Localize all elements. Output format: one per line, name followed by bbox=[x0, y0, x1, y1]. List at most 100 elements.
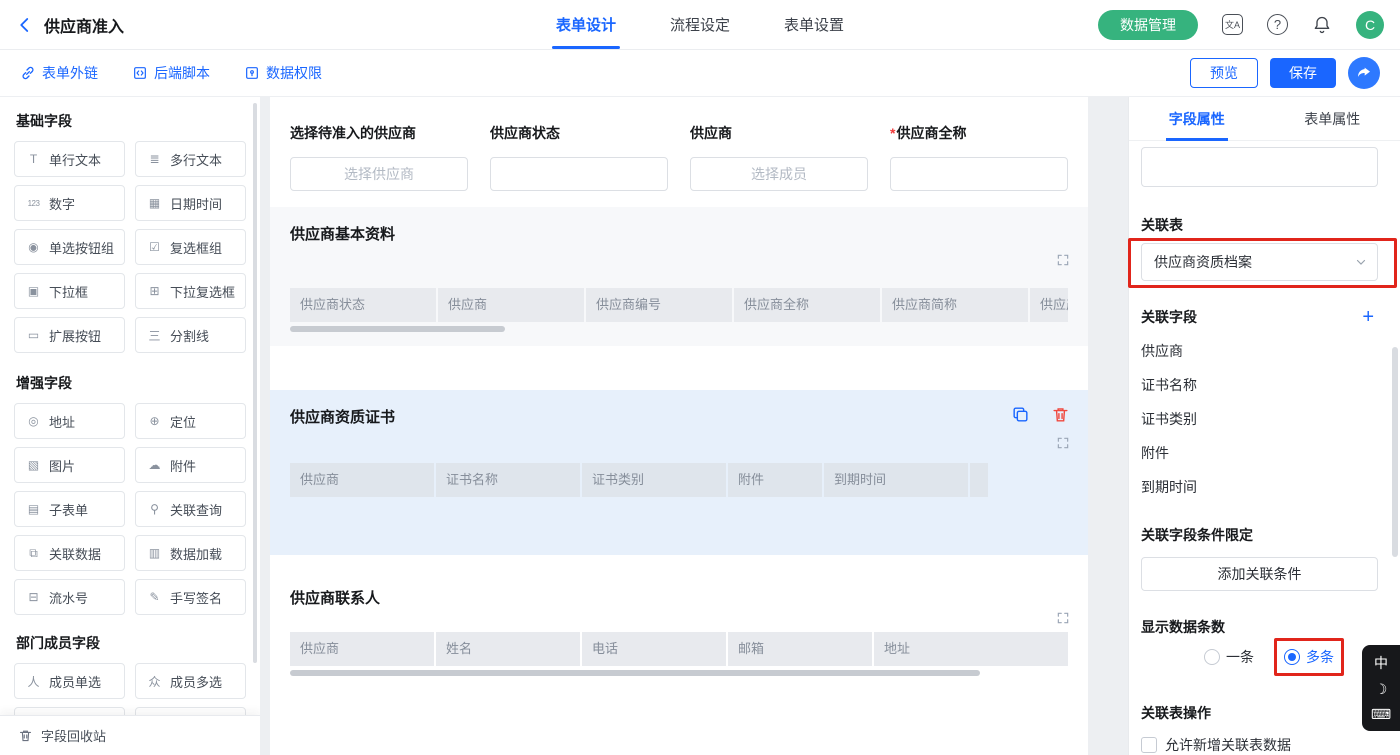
select-supplier-input[interactable] bbox=[290, 157, 468, 191]
field-button-datetime[interactable]: ▦日期时间 bbox=[135, 185, 246, 221]
backend-script-link[interactable]: 后端脚本 bbox=[132, 63, 210, 83]
related-field-item[interactable]: 到期时间 bbox=[1141, 477, 1378, 497]
translate-icon[interactable]: 文A bbox=[1222, 14, 1243, 35]
table-header-cell: 供应商状态 bbox=[290, 288, 436, 322]
field-button-checkbox-group[interactable]: ☑复选框组 bbox=[135, 229, 246, 265]
table-header-cell: 电话 bbox=[582, 632, 726, 666]
field-label: 供应商 bbox=[690, 123, 868, 143]
help-icon[interactable]: ? bbox=[1267, 14, 1288, 35]
field-button-related-query[interactable]: ⚲关联查询 bbox=[135, 491, 246, 527]
expand-icon[interactable] bbox=[1056, 253, 1070, 267]
related-field-item[interactable]: 供应商 bbox=[1141, 341, 1378, 361]
table-header-cell: 供应商 bbox=[290, 632, 434, 666]
field-button-single-line-text[interactable]: T单行文本 bbox=[14, 141, 125, 177]
calendar-icon: ▦ bbox=[146, 196, 163, 210]
radio-multiple-records[interactable]: 多条 bbox=[1284, 647, 1334, 667]
chevron-left-icon bbox=[16, 16, 34, 34]
field-select-pending-supplier[interactable]: 选择待准入的供应商 bbox=[290, 123, 468, 191]
field-button-multi-select[interactable]: ⊞下拉复选框 bbox=[135, 273, 246, 309]
field-button-location[interactable]: ⊕定位 bbox=[135, 403, 246, 439]
share-arrow-icon bbox=[1356, 65, 1372, 81]
table-header-row: 供应商状态 供应商 供应商编号 供应商全称 供应商简称 供应产 bbox=[290, 288, 1068, 322]
field-button-attachment[interactable]: ☁附件 bbox=[135, 447, 246, 483]
textarea-icon: ≣ bbox=[146, 152, 163, 166]
delete-icon[interactable] bbox=[1048, 402, 1072, 426]
supplier-status-input[interactable] bbox=[490, 157, 668, 191]
field-button-label: 下拉框 bbox=[49, 282, 88, 301]
field-button-subform[interactable]: ▤子表单 bbox=[14, 491, 125, 527]
field-supplier-full-name[interactable]: *供应商全称 bbox=[890, 123, 1068, 191]
field-button-label: 分割线 bbox=[170, 326, 209, 345]
field-button-signature[interactable]: ✎手写签名 bbox=[135, 579, 246, 615]
topbar-tabs: 表单设计 流程设定 表单设置 bbox=[556, 0, 844, 49]
form-external-link[interactable]: 表单外链 bbox=[20, 63, 98, 83]
sidebar-scrollbar[interactable] bbox=[253, 103, 257, 663]
moon-icon[interactable]: ☽ bbox=[1375, 681, 1388, 698]
horizontal-scrollbar[interactable] bbox=[290, 670, 980, 676]
text-icon: T bbox=[25, 152, 42, 166]
field-button-related-data[interactable]: ⧉关联数据 bbox=[14, 535, 125, 571]
copy-icon[interactable] bbox=[1008, 402, 1032, 426]
back-button[interactable] bbox=[16, 16, 34, 34]
expand-icon[interactable] bbox=[1056, 436, 1070, 450]
block-supplier-basic-info[interactable]: 供应商基本资料 供应商状态 供应商 供应商编号 供应商全称 供应商简称 供应产 bbox=[270, 207, 1088, 346]
ime-language-toggle[interactable]: 中 bbox=[1374, 653, 1388, 673]
related-field-item[interactable]: 证书类别 bbox=[1141, 409, 1378, 429]
add-condition-button[interactable]: 添加关联条件 bbox=[1141, 557, 1378, 591]
field-button-number[interactable]: 123数字 bbox=[14, 185, 125, 221]
field-supplier[interactable]: 供应商 bbox=[690, 123, 868, 191]
allow-add-related-row[interactable]: 允许新增关联表数据 bbox=[1141, 735, 1378, 755]
expand-icon[interactable] bbox=[1056, 611, 1070, 625]
bell-icon[interactable] bbox=[1312, 15, 1332, 35]
tab-form-settings[interactable]: 表单设置 bbox=[784, 0, 844, 49]
save-button[interactable]: 保存 bbox=[1270, 58, 1336, 88]
related-field-item[interactable]: 证书名称 bbox=[1141, 375, 1378, 395]
field-button-label: 复选框组 bbox=[170, 238, 222, 257]
section-title-enhanced-fields: 增强字段 bbox=[16, 373, 246, 393]
block-supplier-certificates[interactable]: 供应商资质证书 供应商 证书名称 bbox=[270, 390, 1088, 555]
field-button-divider[interactable]: 三分割线 bbox=[135, 317, 246, 353]
related-field-item[interactable]: 附件 bbox=[1141, 443, 1378, 463]
field-button-member-single[interactable]: 人成员单选 bbox=[14, 663, 125, 699]
toolbar-actions: 预览 保存 bbox=[1190, 57, 1380, 89]
field-button-serial-number[interactable]: ⊟流水号 bbox=[14, 579, 125, 615]
field-name-input[interactable] bbox=[1141, 147, 1378, 187]
share-button[interactable] bbox=[1348, 57, 1380, 89]
field-button-label: 单选按钮组 bbox=[49, 238, 114, 257]
field-supplier-status[interactable]: 供应商状态 bbox=[490, 123, 668, 191]
serial-number-icon: ⊟ bbox=[25, 590, 42, 604]
field-button-radio-group[interactable]: ◉单选按钮组 bbox=[14, 229, 125, 265]
field-button-image[interactable]: ▧图片 bbox=[14, 447, 125, 483]
field-button-multi-line-text[interactable]: ≣多行文本 bbox=[135, 141, 246, 177]
table-ops-label: 关联表操作 bbox=[1141, 703, 1378, 723]
add-related-field-icon[interactable]: + bbox=[1358, 307, 1378, 327]
field-button-data-load[interactable]: ▥数据加载 bbox=[135, 535, 246, 571]
panel-scrollbar[interactable] bbox=[1392, 347, 1398, 557]
related-table-dropdown[interactable]: 供应商资质档案 bbox=[1141, 243, 1378, 281]
table-header-cell: 供应商编号 bbox=[586, 288, 732, 322]
supplier-full-name-input[interactable] bbox=[890, 157, 1068, 191]
preview-button[interactable]: 预览 bbox=[1190, 58, 1258, 88]
field-button-select[interactable]: ▣下拉框 bbox=[14, 273, 125, 309]
location-icon: ⊕ bbox=[146, 414, 163, 428]
keyboard-icon[interactable]: ⌨ bbox=[1371, 706, 1391, 723]
field-button-address[interactable]: ◎地址 bbox=[14, 403, 125, 439]
select-member-input[interactable] bbox=[690, 157, 868, 191]
data-manage-button[interactable]: 数据管理 bbox=[1098, 10, 1198, 40]
horizontal-scrollbar[interactable] bbox=[290, 326, 505, 332]
field-button-member-multi[interactable]: 众成员多选 bbox=[135, 663, 246, 699]
tab-form-properties[interactable]: 表单属性 bbox=[1265, 97, 1400, 140]
table-header-cell: 供应商 bbox=[290, 463, 434, 497]
field-button-extend-button[interactable]: ▭扩展按钮 bbox=[14, 317, 125, 353]
data-permission-link[interactable]: 数据权限 bbox=[244, 63, 322, 83]
block-title: 供应商资质证书 bbox=[290, 406, 1068, 427]
table-header-cell: 证书类别 bbox=[582, 463, 726, 497]
radio-one-record[interactable]: 一条 bbox=[1204, 647, 1254, 667]
top-fields-row: 选择待准入的供应商 供应商状态 供应商 *供应商全称 bbox=[290, 123, 1068, 191]
avatar[interactable]: C bbox=[1356, 11, 1384, 39]
tab-flow-settings[interactable]: 流程设定 bbox=[670, 0, 730, 49]
field-recycle-bin[interactable]: 字段回收站 bbox=[0, 715, 260, 755]
tab-form-design[interactable]: 表单设计 bbox=[556, 0, 616, 49]
tab-field-properties[interactable]: 字段属性 bbox=[1129, 97, 1265, 140]
block-supplier-contacts[interactable]: 供应商联系人 供应商 姓名 电话 邮箱 地址 bbox=[270, 571, 1088, 690]
